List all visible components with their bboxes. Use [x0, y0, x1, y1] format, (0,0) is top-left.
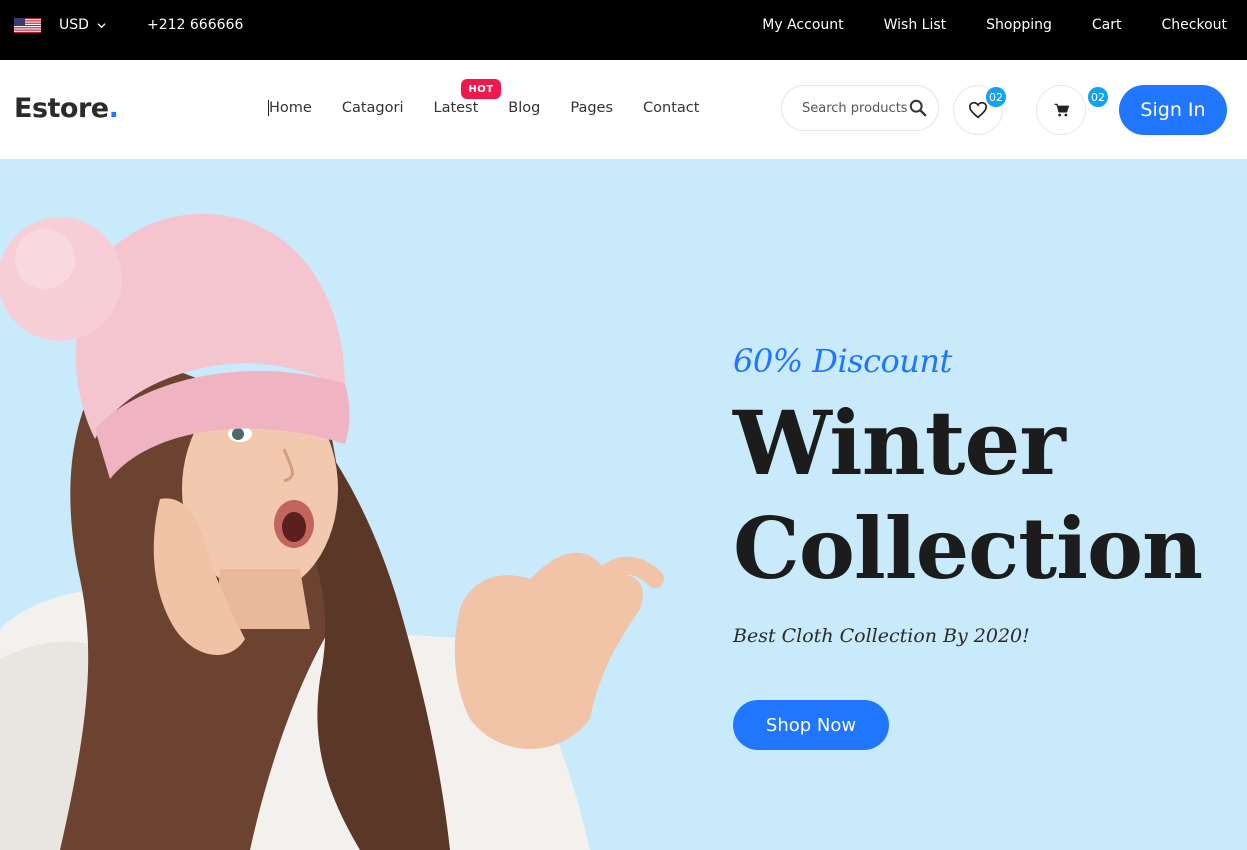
nav-catagori[interactable]: Catagori	[342, 100, 404, 116]
hot-badge: HOT	[461, 79, 501, 99]
main-header: Estore. Home Catagori Latest Blog Pages …	[0, 60, 1247, 159]
cart-count-badge: 02	[1086, 85, 1110, 109]
cart-link[interactable]: Cart	[1092, 17, 1122, 33]
top-bar: USD +212 666666 My Account Wish List Sho…	[0, 0, 1247, 60]
logo-dot: .	[108, 93, 119, 124]
hero-model-image	[0, 213, 664, 850]
currency-selector[interactable]: USD	[59, 17, 106, 33]
checkout-link[interactable]: Checkout	[1162, 17, 1228, 33]
my-account-link[interactable]: My Account	[762, 17, 843, 33]
wishlist-count-badge: 02	[984, 85, 1008, 109]
search-box	[781, 85, 939, 131]
search-input[interactable]	[802, 100, 907, 116]
nav-contact[interactable]: Contact	[643, 100, 699, 116]
phone-number: +212 666666	[147, 17, 244, 33]
cart-button[interactable]	[1036, 85, 1086, 135]
hero-title-line1: Winter	[733, 391, 1066, 495]
main-nav: Home Catagori Latest Blog Pages Contact	[268, 100, 699, 116]
nav-latest[interactable]: Latest	[433, 100, 478, 116]
discount-label: 60% Discount	[733, 342, 952, 380]
heart-icon	[968, 101, 988, 119]
nav-blog[interactable]: Blog	[508, 100, 540, 116]
wish-list-link[interactable]: Wish List	[884, 17, 947, 33]
hero-banner: 60% Discount Winter Collection Best Clot…	[0, 159, 1247, 850]
logo[interactable]: Estore.	[14, 93, 119, 124]
top-links: My Account Wish List Shopping Cart Check…	[762, 17, 1227, 33]
cart-icon	[1054, 103, 1069, 117]
nav-pages[interactable]: Pages	[570, 100, 613, 116]
sign-in-button[interactable]: Sign In	[1119, 85, 1227, 135]
search-icon[interactable]	[909, 99, 927, 117]
hero-subtitle: Best Cloth Collection By 2020!	[733, 625, 1030, 647]
logo-text: Estore	[14, 93, 109, 124]
shop-now-button[interactable]: Shop Now	[733, 700, 889, 750]
shopping-link[interactable]: Shopping	[986, 17, 1052, 33]
currency-label: USD	[59, 17, 89, 33]
nav-home[interactable]: Home	[268, 100, 312, 116]
chevron-down-icon	[97, 22, 106, 28]
us-flag-icon	[14, 18, 41, 33]
hero-title-line2: Collection	[733, 499, 1203, 598]
